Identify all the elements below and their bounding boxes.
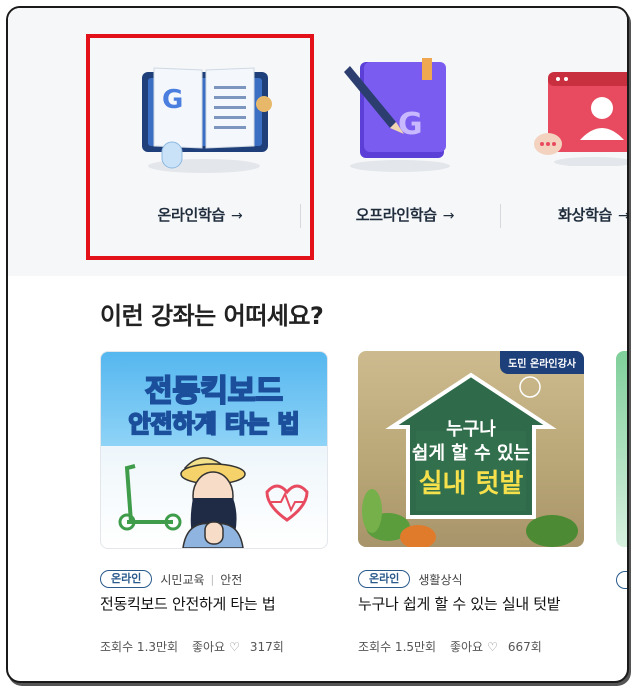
- view-count: 조회수 1.5만회: [358, 640, 437, 654]
- meta-divider: |: [210, 572, 215, 586]
- category-divider: [500, 204, 501, 228]
- arrow-right-icon: →: [618, 208, 629, 224]
- category-label-video: 화상학습 →: [558, 206, 629, 224]
- course-stats: 조회수 1.5만회 좋아요 ♡ 667회: [358, 638, 552, 655]
- arrow-right-icon: →: [442, 208, 455, 224]
- category-label-offline: 오프라인학습 →: [355, 206, 455, 224]
- course-thumbnail[interactable]: 도민 온라인강사 누구나 쉽게 할 수 있는 실내 텃밭: [358, 351, 584, 547]
- course-card[interactable]: 도민 온라인강사 누구나 쉽게 할 수 있는 실내 텃밭 온라인 생활상식 누구…: [358, 351, 584, 654]
- thumb-subtitle: 안전하게 타는 법: [127, 409, 300, 439]
- online-badge: 온라인: [358, 570, 411, 588]
- course-category: 생활상식: [418, 572, 463, 587]
- scooter-rider-illustration: [118, 457, 309, 548]
- svg-text:G: G: [398, 107, 423, 142]
- course-subcategory: 안전: [220, 572, 243, 587]
- course-title[interactable]: 누구나 쉽게 할 수 있는 실내 텃밭: [358, 593, 561, 614]
- course-meta: 온라인 시민교육 | 안전: [100, 569, 242, 589]
- video-call-icon: [534, 72, 627, 166]
- category-band: G 온라인학습 → G 오프라인학습 → 화상학습 →: [8, 8, 627, 276]
- course-meta: 온라인 생활상식: [358, 569, 463, 589]
- course-category: 시민교육: [160, 572, 205, 587]
- like-count: 667회: [507, 640, 542, 654]
- thumb-line2: 쉽게 할 수 있는: [411, 443, 531, 464]
- course-thumbnail[interactable]: 전동킥보드 안전하게 타는 법: [100, 351, 328, 549]
- online-badge-partial: [616, 571, 627, 589]
- like-count: 317회: [249, 640, 284, 654]
- heart-icon: ♡: [487, 640, 498, 654]
- course-card[interactable]: 전동킥보드 안전하게 타는 법 온라인 시민교육 | 안전 전동킥보드 안전하게…: [100, 351, 328, 654]
- window-frame: G 온라인학습 → G 오프라인학습 → 화상학습 → 이런 강좌는 어떠세요?…: [6, 6, 629, 683]
- course-title[interactable]: 전동킥보드 안전하게 타는 법: [100, 593, 276, 614]
- thumb-line1: 누구나: [446, 419, 496, 440]
- purple-book-icon: G: [344, 58, 450, 172]
- online-badge: 온라인: [100, 570, 153, 588]
- thumb-line3: 실내 텃밭: [418, 469, 524, 499]
- highlight-box: [86, 34, 314, 260]
- course-card-partial[interactable]: [616, 351, 627, 547]
- section-title: 이런 강좌는 어떠세요?: [100, 302, 324, 330]
- course-stats: 조회수 1.3만회 좋아요 ♡ 317회: [100, 638, 294, 655]
- category-offline[interactable]: G 오프라인학습 →: [310, 8, 500, 276]
- view-count: 조회수 1.3만회: [100, 640, 179, 654]
- heart-icon: ♡: [229, 640, 240, 654]
- category-video[interactable]: 화상학습 →: [510, 8, 629, 276]
- like-label: 좋아요: [449, 640, 484, 654]
- like-label: 좋아요: [191, 640, 226, 654]
